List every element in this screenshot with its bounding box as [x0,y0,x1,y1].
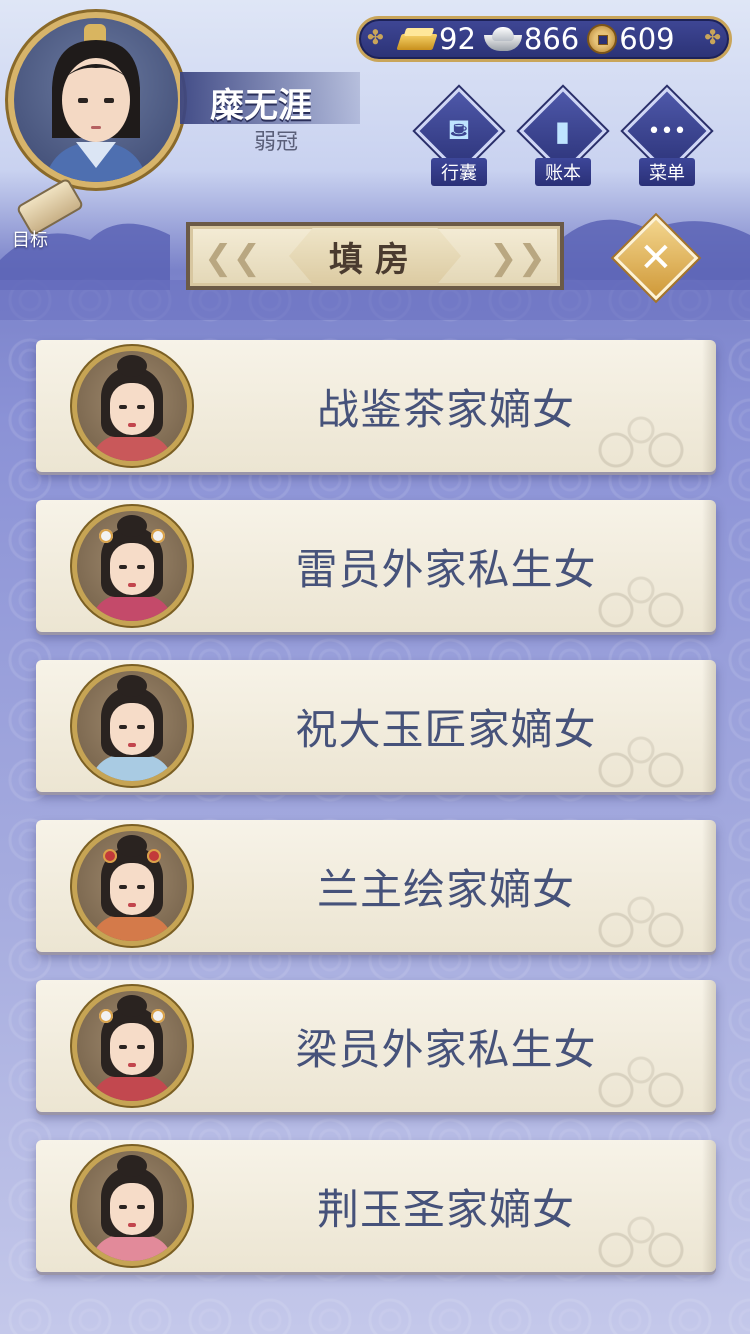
face [110,1023,154,1075]
lips [128,1063,136,1067]
eye-left [119,1045,127,1049]
eye-left [119,405,127,409]
coin-counter: 609 [587,22,675,56]
silver-value: 866 [523,22,580,56]
face [110,543,154,595]
face [110,383,154,435]
hair-bun [117,355,147,377]
candidate-card-1[interactable]: 战鉴茶家嫡女 [36,340,716,472]
robe [91,435,173,461]
eye-right [137,1205,145,1209]
candidate-card-5[interactable]: 梁员外家私生女 [36,980,716,1112]
face [110,1183,154,1235]
lips [128,1223,136,1227]
bag-icon: ⛾ [447,112,471,146]
candidate-portrait [77,351,187,461]
copper-coin-icon [587,24,618,54]
candidate-name: 梁员外家私生女 [295,1025,597,1074]
candidate-name: 战鉴茶家嫡女 [316,385,575,434]
ellipsis-icon: ••• [647,118,687,144]
bamboo-right-icon: ✤ [704,25,721,49]
candidate-portrait [77,671,187,781]
candidate-portrait-frame [72,506,192,626]
eye-right [137,725,145,729]
panel-title-plate: ❮❮ 填房 ❯❯ [186,222,564,290]
hair-flower-icon [147,849,161,863]
panel-title: 填房 [289,227,461,285]
candidate-portrait-frame [72,666,192,786]
title-right-ornament-icon: ❯❯ [489,238,546,278]
currency-bar: ✤ 92 866 609 ✤ [356,16,732,62]
gold-bar-icon [397,28,437,50]
eye-left [119,1205,127,1209]
menu-button[interactable]: ••• 菜单 [622,87,712,190]
candidate-card-4[interactable]: 兰主绘家嫡女 [36,820,716,952]
gold-value: 92 [439,22,476,56]
bag-label: 行囊 [431,158,487,186]
candidate-name: 雷员外家私生女 [295,545,597,594]
lips [128,423,136,427]
title-left-ornament-icon: ❮❮ [204,238,261,278]
hair-flower-icon [99,529,113,543]
candidate-card-6[interactable]: 荆玉圣家嫡女 [36,1140,716,1272]
hair-flower-icon [99,1009,113,1023]
coin-value: 609 [619,22,675,56]
silver-counter: 866 [483,22,580,56]
face [110,703,154,755]
candidate-portrait [77,831,187,941]
player-name: 糜无涯 [210,86,312,126]
candidate-portrait [77,991,187,1101]
robe [91,755,173,781]
hair-bun [117,995,147,1017]
eye-right [137,1045,145,1049]
candidate-portrait-frame [72,1146,192,1266]
hair-flower-icon [151,1009,165,1023]
eye-left [119,565,127,569]
bag-button[interactable]: ⛾ 行囊 [414,87,504,190]
eye-right [137,885,145,889]
robe [91,1235,173,1261]
avatar-portrait [14,18,178,182]
ledger-button[interactable]: ▮ 账本 [518,87,608,190]
bamboo-left-icon: ✤ [367,25,384,49]
robe [91,1075,173,1101]
eye-right [137,565,145,569]
candidate-card-3[interactable]: 祝大玉匠家嫡女 [36,660,716,792]
candidate-card-2[interactable]: 雷员外家私生女 [36,500,716,632]
gold-counter: 92 [397,22,476,56]
lips [128,743,136,747]
candidate-name: 兰主绘家嫡女 [316,865,575,914]
goal-label: 目标 [12,230,48,251]
hair-bun [117,515,147,537]
player-title: 弱冠 [254,130,299,155]
hair-bun [117,835,147,857]
robe [91,915,173,941]
hair-bun [117,1155,147,1177]
candidate-portrait [77,1151,187,1261]
player-avatar[interactable] [8,12,184,188]
candidate-portrait [77,511,187,621]
eye-left [119,725,127,729]
candidate-name: 荆玉圣家嫡女 [316,1185,575,1234]
ledger-book-icon: ▮ [555,114,571,148]
candidate-portrait-frame [72,346,192,466]
eye-right [137,405,145,409]
face [110,863,154,915]
candidate-portrait-frame [72,826,192,946]
hair-flower-icon [103,849,117,863]
candidate-portrait-frame [72,986,192,1106]
hair-flower-icon [151,529,165,543]
silver-ingot-icon [483,27,522,51]
close-icon: ✕ [639,234,673,281]
robe [91,595,173,621]
lips [128,583,136,587]
ledger-label: 账本 [535,158,591,186]
eye-left [119,885,127,889]
menu-label: 菜单 [639,158,695,186]
candidate-name: 祝大玉匠家嫡女 [295,705,597,754]
lips [128,903,136,907]
hair-bun [117,675,147,697]
